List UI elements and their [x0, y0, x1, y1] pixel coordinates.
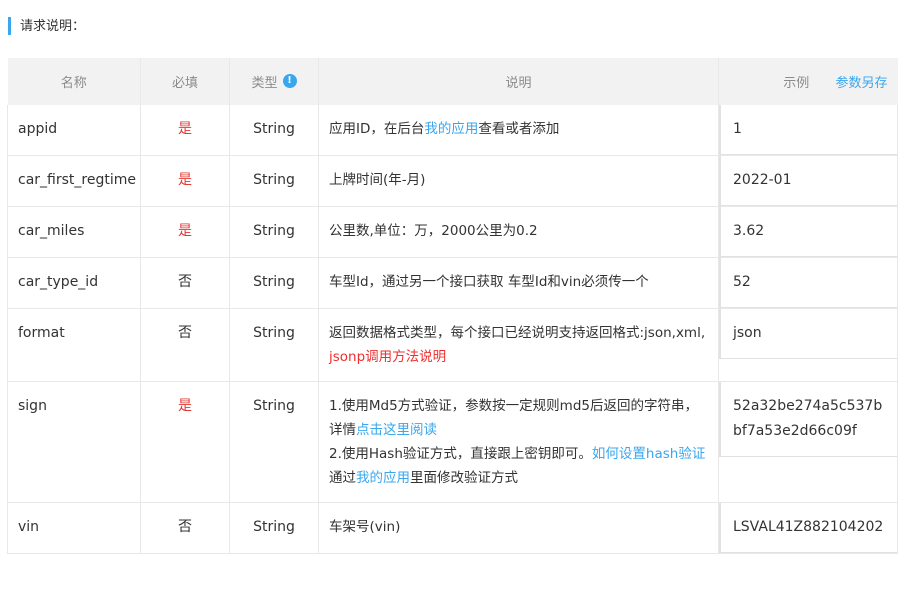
example-value[interactable]: LSVAL41Z882104202 [720, 503, 897, 553]
required-flag: 是 [140, 206, 230, 258]
header-description: 说明 [318, 58, 719, 105]
table-row: car_first_regtime 是 String 上牌时间(年-月) 202… [7, 155, 898, 207]
desc-line: 通过我的应用里面修改验证方式 [329, 466, 708, 490]
param-type: String [229, 206, 319, 258]
example-cell: json [718, 308, 898, 382]
required-flag: 否 [140, 257, 230, 309]
example-value[interactable]: 1 [720, 105, 897, 155]
header-example-cell: 示例 参数另存 [718, 58, 898, 105]
required-flag: 否 [140, 308, 230, 382]
param-description: 车型Id，通过另一个接口获取 车型Id和vin必须传一个 [318, 257, 719, 309]
param-name: format [7, 308, 141, 382]
header-type: 类型! [229, 58, 319, 105]
desc-text: 通过 [329, 470, 356, 486]
table-row: car_type_id 否 String 车型Id，通过另一个接口获取 车型Id… [7, 257, 898, 309]
param-type: String [229, 502, 319, 554]
section-title: 请求说明： [8, 17, 85, 35]
desc-line: 2.使用Hash验证方式，直接跟上密钥即可。如何设置hash验证 [329, 442, 708, 466]
header-type-label: 类型 [251, 76, 278, 91]
param-description: 1.使用Md5方式验证，参数按一定规则md5后返回的字符串，详情点击这里阅读 2.… [318, 381, 719, 503]
param-type: String [229, 105, 319, 156]
jsonp-guide-link[interactable]: jsonp调用方法说明 [329, 349, 446, 365]
example-value[interactable]: 2022-01 [720, 156, 897, 206]
param-name: vin [7, 502, 141, 554]
header-example: 示例 [783, 76, 810, 91]
param-description: 返回数据格式类型，每个接口已经说明支持返回格式:json,xml, jsonp调… [318, 308, 719, 382]
info-icon[interactable]: ! [282, 74, 297, 88]
example-cell: 1 [718, 105, 898, 156]
example-cell: 2022-01 [718, 155, 898, 207]
required-flag: 否 [140, 502, 230, 554]
example-value[interactable]: 52a32be274a5c537bbf7a53e2d66c09f [720, 382, 897, 457]
example-value[interactable]: 52 [720, 258, 897, 308]
desc-text: 里面修改验证方式 [410, 470, 518, 486]
param-name: car_miles [7, 206, 141, 258]
required-flag: 是 [140, 155, 230, 207]
my-app-link[interactable]: 我的应用 [424, 121, 478, 137]
example-cell: 52a32be274a5c537bbf7a53e2d66c09f [718, 381, 898, 503]
table-row: car_miles 是 String 公里数,单位：万，2000公里为0.2 3… [7, 206, 898, 258]
desc-text: 返回数据格式类型，每个接口已经说明支持返回格式:json,xml, [329, 325, 706, 341]
param-description: 应用ID，在后台我的应用查看或者添加 [318, 105, 719, 156]
param-name: appid [7, 105, 141, 156]
desc-text: 应用ID，在后台 [329, 121, 425, 137]
table-row: sign 是 String 1.使用Md5方式验证，参数按一定规则md5后返回的… [7, 381, 898, 503]
param-name: car_first_regtime [7, 155, 141, 207]
example-value[interactable]: 3.62 [720, 207, 897, 257]
desc-text: 查看或者添加 [478, 121, 560, 137]
read-here-link[interactable]: 点击这里阅读 [356, 422, 437, 438]
my-app-link[interactable]: 我的应用 [356, 470, 410, 486]
example-value[interactable]: json [720, 309, 897, 359]
example-cell: 3.62 [718, 206, 898, 258]
params-table: 名称 必填 类型! 说明 示例 参数另存 appid 是 String 应用ID，… [7, 58, 898, 554]
param-description: 车架号(vin) [318, 502, 719, 554]
desc-text: 2.使用Hash验证方式，直接跟上密钥即可。 [329, 446, 592, 462]
param-description: 公里数,单位：万，2000公里为0.2 [318, 206, 719, 258]
required-flag: 是 [140, 105, 230, 156]
table-row: format 否 String 返回数据格式类型，每个接口已经说明支持返回格式:… [7, 308, 898, 382]
param-type: String [229, 257, 319, 309]
param-type: String [229, 381, 319, 503]
required-flag: 是 [140, 381, 230, 503]
example-cell: 52 [718, 257, 898, 309]
param-type: String [229, 308, 319, 382]
param-name: sign [7, 381, 141, 503]
header-name: 名称 [7, 58, 141, 105]
table-row: appid 是 String 应用ID，在后台我的应用查看或者添加 1 [7, 105, 898, 156]
save-params-link[interactable]: 参数另存 [835, 72, 887, 91]
table-row: vin 否 String 车架号(vin) LSVAL41Z882104202 [7, 502, 898, 554]
param-name: car_type_id [7, 257, 141, 309]
hash-setup-link[interactable]: 如何设置hash验证 [592, 446, 705, 462]
example-cell: LSVAL41Z882104202 [718, 502, 898, 554]
param-description: 上牌时间(年-月) [318, 155, 719, 207]
header-required: 必填 [140, 58, 230, 105]
desc-line: 1.使用Md5方式验证，参数按一定规则md5后返回的字符串，详情点击这里阅读 [329, 394, 708, 442]
param-type: String [229, 155, 319, 207]
table-header-row: 名称 必填 类型! 说明 示例 参数另存 [7, 58, 898, 105]
